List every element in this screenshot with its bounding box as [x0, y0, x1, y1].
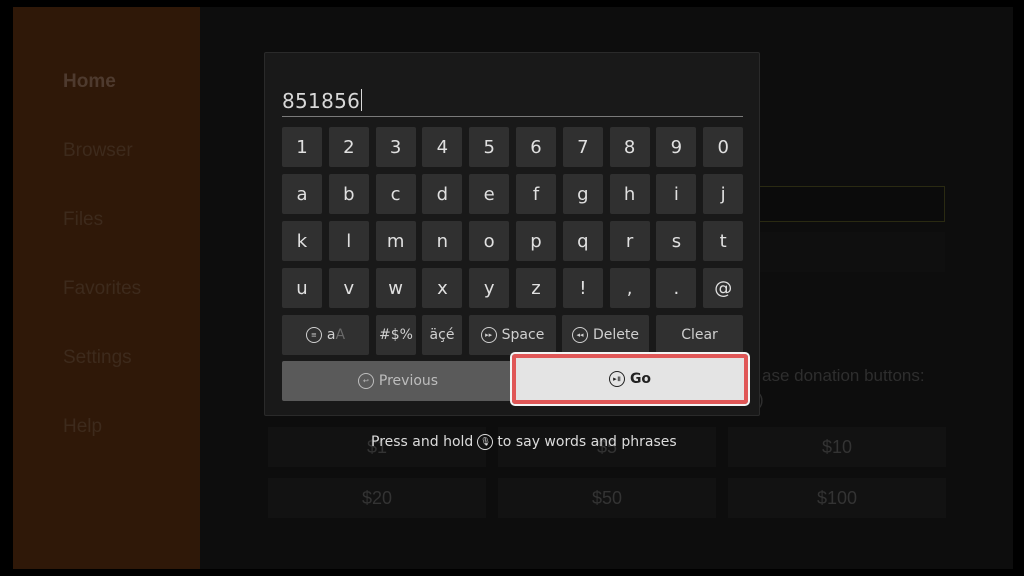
- previous-button[interactable]: ↩ Previous: [282, 361, 514, 401]
- key[interactable]: 5: [469, 127, 510, 167]
- hint-text-before: Press and hold: [371, 434, 474, 450]
- previous-label: Previous: [378, 373, 439, 389]
- key[interactable]: h: [609, 174, 650, 214]
- delete-key[interactable]: ◂◂ Delete: [562, 315, 649, 355]
- key[interactable]: @: [703, 268, 744, 308]
- key[interactable]: s: [656, 221, 697, 261]
- key[interactable]: k: [282, 221, 322, 261]
- key[interactable]: z: [516, 268, 556, 308]
- symbols-key[interactable]: #$%: [376, 315, 416, 355]
- key[interactable]: b: [328, 174, 369, 214]
- fast-forward-icon: ▸▸: [480, 327, 497, 343]
- voice-hint: Press and hold 🎙 to say words and phrase…: [371, 434, 677, 450]
- key[interactable]: 0: [703, 127, 744, 167]
- key[interactable]: o: [469, 221, 510, 261]
- input-value: 851856: [282, 89, 361, 113]
- key[interactable]: 8: [609, 127, 650, 167]
- clear-key[interactable]: Clear: [656, 315, 743, 355]
- key[interactable]: w: [375, 268, 416, 308]
- sidebar: Home Browser Files Favorites Settings He…: [13, 7, 200, 569]
- key[interactable]: n: [422, 221, 463, 261]
- accents-key[interactable]: äçé: [422, 315, 462, 355]
- case-lower-label: a: [326, 327, 336, 343]
- donate-50-button[interactable]: $50: [498, 478, 716, 518]
- key[interactable]: c: [375, 174, 416, 214]
- menu-icon: ≡: [305, 327, 322, 343]
- key[interactable]: m: [375, 221, 416, 261]
- sidebar-item-help[interactable]: Help: [63, 416, 102, 438]
- hint-text-after: to say words and phrases: [497, 434, 677, 450]
- donation-description: ase donation buttons:: [762, 366, 925, 385]
- key[interactable]: x: [422, 268, 463, 308]
- donate-100-button[interactable]: $100: [728, 478, 946, 518]
- sidebar-item-favorites[interactable]: Favorites: [63, 278, 141, 300]
- key[interactable]: 9: [656, 127, 697, 167]
- key[interactable]: g: [562, 174, 603, 214]
- key[interactable]: u: [282, 268, 322, 308]
- key[interactable]: l: [328, 221, 369, 261]
- space-label: Space: [501, 327, 545, 343]
- key[interactable]: !: [562, 268, 603, 308]
- background-block: [740, 232, 945, 272]
- sidebar-item-settings[interactable]: Settings: [63, 347, 132, 369]
- back-icon: ↩: [357, 373, 374, 389]
- key[interactable]: 2: [328, 127, 369, 167]
- text-input[interactable]: 851856: [282, 87, 743, 117]
- key[interactable]: .: [656, 268, 697, 308]
- key[interactable]: 1: [282, 127, 322, 167]
- space-key[interactable]: ▸▸ Space: [469, 315, 556, 355]
- key[interactable]: j: [703, 174, 744, 214]
- key[interactable]: d: [422, 174, 463, 214]
- key[interactable]: 7: [562, 127, 603, 167]
- play-pause-icon: ▸॥: [608, 371, 625, 387]
- key[interactable]: p: [516, 221, 556, 261]
- case-upper-label: A: [335, 327, 346, 343]
- key[interactable]: 4: [422, 127, 463, 167]
- go-button[interactable]: ▸॥ Go: [510, 352, 750, 406]
- key[interactable]: e: [469, 174, 510, 214]
- key[interactable]: r: [609, 221, 650, 261]
- key[interactable]: i: [656, 174, 697, 214]
- delete-label: Delete: [593, 327, 639, 343]
- donate-10-button[interactable]: $10: [728, 427, 946, 467]
- key[interactable]: v: [328, 268, 369, 308]
- donate-20-button[interactable]: $20: [268, 478, 486, 518]
- key[interactable]: 6: [516, 127, 556, 167]
- background-input-field: [740, 186, 945, 222]
- microphone-icon: 🎙: [477, 434, 494, 450]
- onscreen-keyboard: 851856 1234567890abcdefghijklmnopqrstuvw…: [264, 52, 760, 416]
- key[interactable]: 3: [375, 127, 416, 167]
- case-toggle-key[interactable]: ≡ aA: [282, 315, 369, 355]
- go-label: Go: [629, 371, 652, 387]
- sidebar-item-files[interactable]: Files: [63, 209, 103, 231]
- rewind-icon: ◂◂: [572, 327, 588, 343]
- key[interactable]: ,: [609, 268, 650, 308]
- key[interactable]: y: [469, 268, 510, 308]
- key[interactable]: t: [703, 221, 744, 261]
- text-caret: [361, 89, 363, 111]
- key[interactable]: q: [562, 221, 603, 261]
- key[interactable]: f: [516, 174, 556, 214]
- sidebar-item-browser[interactable]: Browser: [63, 140, 133, 162]
- sidebar-item-home[interactable]: Home: [63, 71, 116, 93]
- key[interactable]: a: [282, 174, 322, 214]
